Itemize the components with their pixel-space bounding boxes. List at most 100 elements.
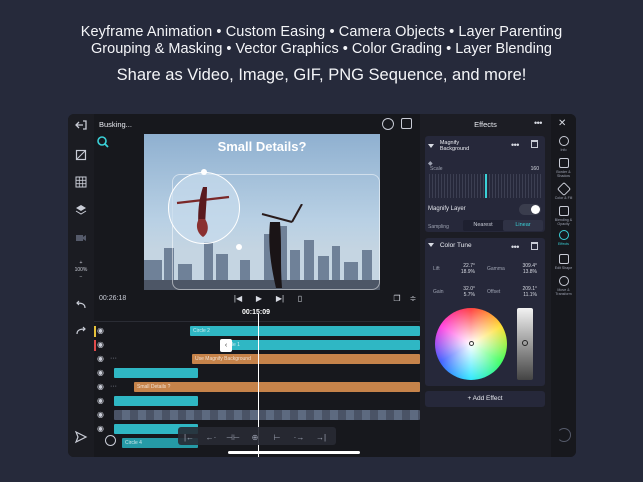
inspector-move-transform[interactable]: Move & Transform — [551, 276, 576, 296]
project-header: Busking... — [94, 114, 420, 134]
visibility-eye-icon[interactable]: ◉ — [97, 383, 107, 391]
magnify-handle-top[interactable] — [201, 169, 207, 175]
offset-value-amount[interactable]: 11.1% — [513, 292, 537, 298]
visibility-eye-icon[interactable]: ◉ — [97, 397, 107, 405]
scale-slider[interactable] — [429, 174, 541, 198]
scale-label: Scale — [430, 166, 443, 172]
more-icon[interactable]: ••• — [534, 119, 542, 128]
skip-forward-icon[interactable]: ▶| — [275, 294, 285, 304]
track-row[interactable]: ◉ — [94, 395, 420, 408]
clip[interactable] — [114, 368, 198, 378]
video-clip-filmstrip[interactable] — [114, 410, 420, 420]
inspector-color-fill[interactable]: Color & Fill — [551, 181, 576, 200]
collapse-triangle-icon[interactable] — [428, 243, 434, 248]
split-icon[interactable]: ⊣⊢ — [222, 429, 244, 447]
canvas-preview[interactable]: Small Details? — [144, 134, 380, 290]
skip-back-icon[interactable]: |◀ — [233, 294, 243, 304]
inspector-blending[interactable]: Blending & Opacity — [551, 206, 576, 226]
luminance-slider[interactable] — [517, 308, 533, 380]
clip[interactable]: Use Magnify Background — [192, 354, 420, 364]
bookmark-icon[interactable]: ▯ — [295, 294, 305, 304]
redo-icon[interactable] — [74, 324, 88, 338]
track-row[interactable]: ◉ Circle 1 ‹ — [94, 339, 420, 352]
trash-icon[interactable] — [531, 140, 538, 148]
zoom-control[interactable]: + 100% − — [70, 260, 92, 281]
luminance-slider-thumb[interactable] — [522, 340, 528, 346]
magnify-card-title[interactable]: Magnify Background — [428, 140, 469, 152]
zoom-out-button[interactable]: − — [70, 274, 92, 281]
scale-slider-thumb[interactable] — [485, 174, 487, 198]
magnify-layer-toggle[interactable] — [519, 204, 541, 215]
zoom-in-button[interactable]: + — [70, 260, 92, 267]
grid-icon[interactable] — [74, 175, 88, 189]
sampling-option-linear[interactable]: Linear — [503, 220, 543, 231]
share-icon[interactable] — [74, 430, 88, 444]
settings-gear-icon[interactable] — [382, 118, 394, 130]
color-tune-title-row[interactable]: Color Tune — [428, 242, 472, 249]
keyframe-toolstrip: |← ←· ⊣⊢ ⊕ ⊢ ·→ →| — [178, 427, 336, 445]
keyframe-prev-icon[interactable]: ←· — [200, 429, 222, 447]
clip-trim-handle[interactable]: ‹ — [220, 339, 232, 352]
collapse-triangle-icon[interactable] — [428, 144, 434, 148]
track-row[interactable]: ◉ Circle 2 — [94, 325, 420, 338]
magnify-title-line2: Background — [439, 146, 470, 152]
gamma-value-amount[interactable]: 13.8% — [513, 269, 537, 275]
visibility-eye-icon[interactable]: ◉ — [97, 341, 107, 349]
timeline-ruler[interactable]: 00:15:09 — [94, 308, 420, 322]
adjust-icon[interactable]: ≑ — [408, 294, 418, 304]
camera-icon[interactable] — [74, 231, 88, 245]
exit-icon[interactable] — [74, 118, 88, 132]
visibility-eye-icon[interactable]: ◉ — [97, 369, 107, 377]
keyframe-last-icon[interactable]: →| — [310, 429, 332, 447]
group-expand-icon[interactable]: ··· — [110, 383, 117, 390]
keyframe-first-icon[interactable]: |← — [178, 429, 200, 447]
inspector-edit-shape[interactable]: Edit Shape — [551, 254, 576, 270]
add-effect-button[interactable]: + Add Effect — [425, 391, 545, 407]
play-icon[interactable]: ▶ — [254, 294, 264, 304]
visibility-eye-icon[interactable]: ◉ — [97, 411, 107, 419]
track-marker — [94, 326, 96, 337]
inspector-info[interactable]: Info — [551, 136, 576, 152]
expand-icon[interactable] — [401, 118, 412, 129]
inspector-edit-shape-label: Edit Shape — [554, 266, 573, 270]
close-icon[interactable]: ✕ — [558, 119, 566, 129]
keyframe-next-icon[interactable]: ·→ — [288, 429, 310, 447]
track-row[interactable]: ◉ ··· Use Magnify Background — [94, 353, 420, 366]
track-row[interactable]: ◉ — [94, 409, 420, 422]
sampling-segmented-control: Nearest Linear — [463, 220, 543, 231]
clip[interactable]: Small Details ? — [134, 382, 420, 392]
project-title[interactable]: Busking... — [99, 120, 132, 129]
inspector-border-shadow[interactable]: Border & Shadow — [551, 158, 576, 178]
visibility-eye-icon[interactable]: ◉ — [97, 327, 107, 335]
speed-gauge-icon[interactable] — [105, 435, 116, 446]
canvas-headline: Small Details? — [217, 139, 307, 154]
clip[interactable] — [114, 396, 198, 406]
inspector-effects[interactable]: Effects — [551, 230, 576, 246]
keyframe-add-icon[interactable]: ⊕ — [244, 429, 266, 447]
crop-icon[interactable] — [74, 148, 88, 162]
card-more-icon[interactable]: ••• — [511, 243, 519, 252]
lift-value-amount[interactable]: 18.9% — [455, 269, 475, 275]
split-right-icon[interactable]: ⊢ — [266, 429, 288, 447]
magnify-circle[interactable] — [168, 172, 240, 244]
magnify-handle-right[interactable] — [236, 244, 242, 250]
magnify-tool-icon[interactable] — [96, 135, 110, 149]
layers-icon[interactable] — [74, 203, 88, 217]
card-more-icon[interactable]: ••• — [511, 141, 519, 150]
home-indicator — [228, 451, 360, 454]
trash-icon[interactable] — [531, 242, 538, 250]
color-wheel[interactable] — [435, 308, 507, 380]
clip[interactable]: Circle 1 — [220, 340, 420, 350]
track-row[interactable]: ◉ — [94, 367, 420, 380]
color-wheel-handle[interactable] — [469, 341, 474, 346]
sampling-label: Sampling — [428, 224, 449, 230]
group-expand-icon[interactable]: ··· — [110, 355, 117, 362]
color-fill-icon — [556, 181, 571, 197]
sampling-option-nearest[interactable]: Nearest — [463, 220, 503, 231]
track-row[interactable]: ◉ ··· Small Details ? — [94, 381, 420, 394]
duplicate-icon[interactable]: ❐ — [392, 294, 402, 304]
gain-value-amount[interactable]: 5.7% — [455, 292, 475, 298]
clip[interactable]: Circle 2 — [190, 326, 420, 336]
visibility-eye-icon[interactable]: ◉ — [97, 355, 107, 363]
undo-icon[interactable] — [74, 298, 88, 312]
